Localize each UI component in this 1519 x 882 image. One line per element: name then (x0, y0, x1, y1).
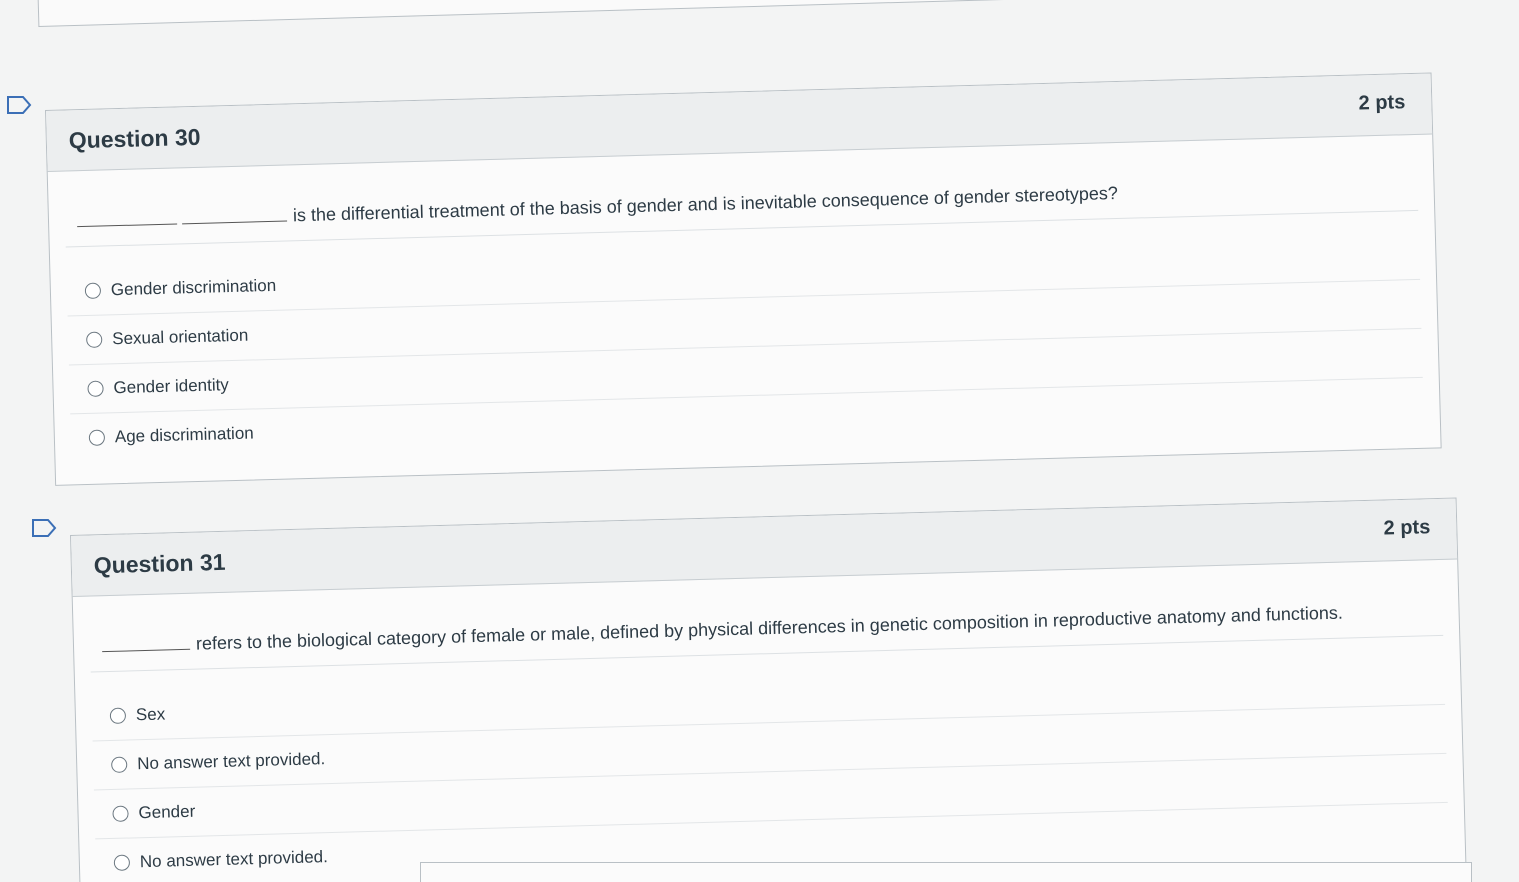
radio-button[interactable] (87, 380, 104, 397)
answer-label: Gender (138, 801, 196, 823)
quiz-page: Question 30 2 pts is the differential tr… (0, 0, 1519, 882)
answer-label: Sex (135, 704, 166, 725)
radio-button[interactable] (88, 429, 106, 446)
question-points: 2 pts (1383, 516, 1431, 540)
answer-label: Sexual orientation (111, 325, 249, 349)
fill-blank (181, 206, 288, 225)
answer-label: Gender identity (113, 375, 230, 398)
question-prompt-text: refers to the biological category of fem… (195, 602, 1344, 654)
answer-label: No answer text provided. (136, 749, 326, 774)
question-card-31: Question 31 2 pts refers to the biologic… (70, 497, 1467, 882)
answer-list: Sex No answer text provided. Gender No a… (91, 655, 1449, 882)
question-points: 2 pts (1358, 91, 1406, 115)
next-question-card (420, 862, 1472, 882)
question-title: Question 30 (68, 123, 201, 154)
radio-button[interactable] (109, 707, 127, 724)
radio-button[interactable] (111, 756, 128, 773)
answer-label: Age discrimination (114, 423, 254, 447)
radio-button[interactable] (86, 331, 103, 348)
radio-button[interactable] (113, 854, 131, 871)
answer-label: No answer text provided. (139, 847, 329, 872)
fill-blank (101, 634, 191, 653)
question-prompt-text: is the differential treatment of the bas… (292, 183, 1119, 226)
question-body: refers to the biological category of fem… (73, 559, 1466, 882)
flag-question-icon[interactable] (31, 518, 57, 538)
answer-label: Gender discrimination (110, 275, 277, 300)
question-card-30: Question 30 2 pts is the differential tr… (45, 72, 1442, 486)
fill-blank (76, 209, 178, 228)
radio-button[interactable] (112, 805, 129, 822)
previous-question-card (36, 0, 1450, 27)
flag-question-icon[interactable] (6, 95, 32, 115)
answer-list: Gender discrimination Sexual orientation… (66, 230, 1424, 463)
question-body: is the differential treatment of the bas… (48, 134, 1441, 484)
question-title: Question 31 (93, 548, 226, 579)
radio-button[interactable] (84, 282, 102, 299)
